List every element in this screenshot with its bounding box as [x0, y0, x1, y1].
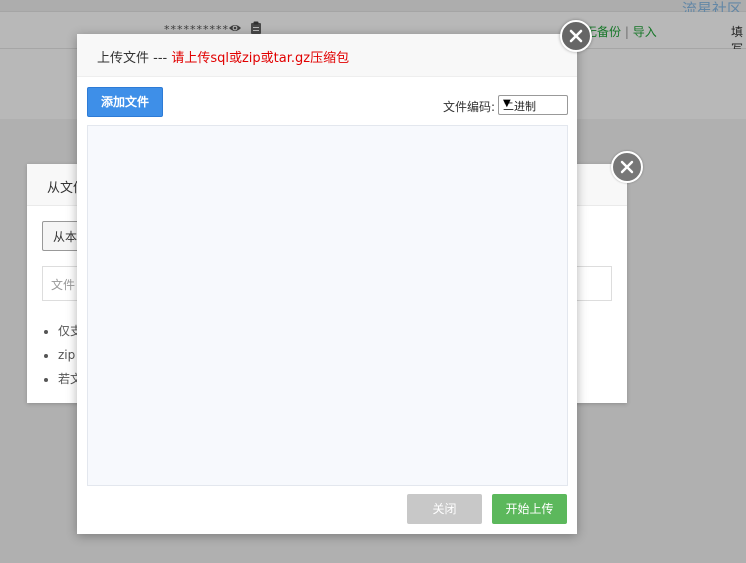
upload-hint: 请上传sql或zip或tar.gz压缩包: [171, 51, 350, 66]
encoding-label: 文件编码:: [443, 100, 496, 114]
file-path-placeholder: 文件: [51, 278, 76, 292]
upload-dialog-title: 上传文件 --- 请上传sql或zip或tar.gz压缩包: [97, 47, 349, 66]
add-file-button[interactable]: 添加文件: [87, 87, 163, 117]
title-text: 上传文件 ---: [97, 51, 172, 66]
from-local-button-label: 从本: [53, 230, 78, 244]
start-upload-button[interactable]: 开始上传: [492, 494, 567, 524]
upload-file-dialog: 上传文件 --- 请上传sql或zip或tar.gz压缩包 添加文件 文件编码:…: [77, 20, 592, 534]
encoding-select[interactable]: 二进制 ▼: [498, 95, 568, 115]
dropdown-arrow-icon: ▼: [503, 98, 511, 109]
close-icon: [620, 160, 634, 174]
close-icon: [569, 29, 583, 43]
upload-dialog-close-button[interactable]: [560, 20, 592, 52]
close-button[interactable]: 关闭: [407, 494, 482, 524]
file-drop-area[interactable]: [87, 125, 568, 486]
back-dialog-close-button[interactable]: [611, 151, 643, 183]
upload-dialog-header: 上传文件 --- 请上传sql或zip或tar.gz压缩包: [77, 34, 577, 77]
instructions-list: 仅支 zip 若文: [42, 319, 82, 391]
